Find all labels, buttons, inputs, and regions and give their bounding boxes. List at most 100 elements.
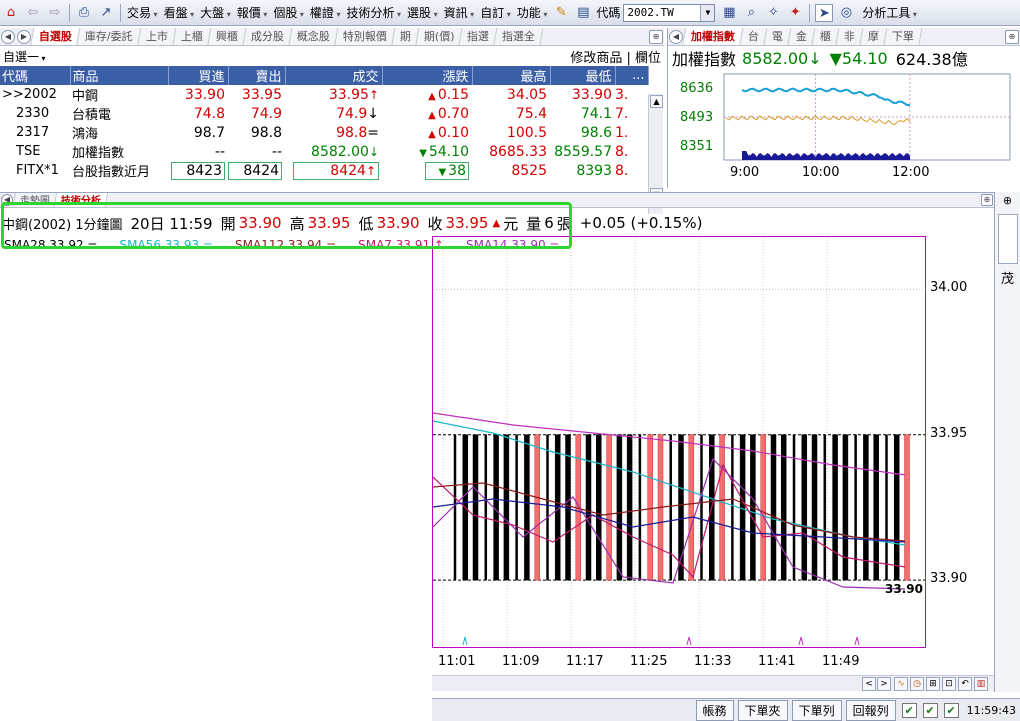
candle-bar [585,434,592,581]
status-button[interactable]: 帳務 [695,699,734,721]
tab-item[interactable]: 興櫃 [207,28,247,45]
tab-item[interactable]: 上櫃 [172,28,212,45]
print-icon[interactable]: ⎙ [75,4,93,22]
zoom-icon[interactable]: ⊞ [926,677,940,691]
status-button[interactable]: 回報列 [845,699,896,721]
group-select[interactable]: 自選一 [3,48,46,65]
chevron-right-icon[interactable]: ▶ [17,30,31,44]
time-tick-label: 11:33 [694,654,732,669]
analysis-icon[interactable]: ◎ [837,4,855,22]
price-axis: 34.00 33.95 33.90 [928,236,988,648]
column-header[interactable]: 商品 [70,66,169,85]
chevron-left-icon[interactable]: ◀ [669,30,683,44]
forward-icon[interactable]: ⇨ [46,4,64,22]
menu-item[interactable]: 個股 [270,6,307,20]
fit-icon[interactable]: ⊡ [942,677,956,691]
chevron-left-icon[interactable]: ◀ [1,30,15,44]
zoom-in-icon[interactable]: ⊕ [981,194,993,206]
candle-bar [700,434,703,581]
pointer-icon[interactable]: ➤ [815,3,834,22]
menu-item[interactable]: 交易 [124,6,161,20]
back-icon[interactable]: ⇦ [24,4,42,22]
search-icon[interactable]: ⌕ [742,4,760,22]
status-button[interactable]: 下單夾 [737,699,788,721]
cell-bid: 33.90 [168,85,228,104]
scroll-up-icon[interactable]: ▲ [650,95,663,108]
column-header[interactable]: 買進 [168,66,229,85]
line-chart-icon[interactable]: ∿ [894,677,908,691]
zoom-in-icon[interactable]: ⊕ [1000,194,1016,210]
menu-item[interactable]: 自訂 [477,6,514,20]
candle-bar [811,434,818,581]
scroll-right-icon[interactable]: > [877,677,891,691]
tab-item[interactable]: 自選股 [30,28,81,45]
side-scroll-bar[interactable] [997,214,1018,264]
high-label: 高 [289,214,305,233]
menu-item[interactable]: 功能 [514,6,551,20]
menu-item[interactable]: 報價 [234,6,271,20]
column-header[interactable]: 漲跌 [382,66,473,85]
status-button[interactable]: 下單列 [791,699,842,721]
tab-item[interactable]: 庫存/委託 [76,28,142,45]
low-value: 33.90 [376,214,420,232]
last-box: 8424↑ [293,161,379,180]
tab-item[interactable]: 下單 [883,28,923,45]
sma-item: SMA56 33.93 = [119,238,214,252]
tab-item[interactable]: 技術分析 [53,193,109,207]
column-header[interactable]: 賣出 [228,66,286,85]
chevron-left-icon[interactable]: ◀ [1,194,13,206]
tab-item[interactable]: 走勢圖 [12,193,58,207]
tools-icon[interactable]: ✧ [764,4,782,22]
tab-item[interactable]: 指選 [458,28,498,45]
cell-bid: -- [168,142,228,161]
analysis-tools-menu[interactable]: 分析工具 [859,4,920,21]
menu-item[interactable]: 大盤 [197,6,234,20]
column-header[interactable]: 成交 [285,66,383,85]
home-icon[interactable]: ⌂ [2,4,20,22]
quote-icon[interactable]: ▦ [720,4,738,22]
menu-item[interactable]: 權證 [307,6,344,20]
menu-item[interactable]: 技術分析 [343,6,404,20]
table-row[interactable]: >>2002中鋼33.9033.9533.95↑0.1534.0533.903. [0,85,648,105]
scroll-left-icon[interactable]: < [862,677,876,691]
alert-icon[interactable]: ✦ [786,4,804,22]
popout-icon[interactable]: ↗ [97,4,115,22]
zoom-in-icon[interactable]: ⊕ [1005,30,1019,44]
column-header[interactable]: 最低 [550,66,616,85]
candle-bar [719,434,725,581]
tab-item[interactable]: 加權指數 [682,28,744,45]
indicator-icon[interactable]: ▥ [974,677,988,691]
column-header[interactable]: 代碼 [0,66,71,85]
tab-item[interactable]: 特別報價 [334,28,396,45]
status-check-3[interactable]: ✔ [943,702,959,718]
menu-item[interactable]: 資訊 [441,6,478,20]
tab-item[interactable]: 期(價) [415,28,463,45]
table-row[interactable]: 2330台積電74.874.974.9↓0.7075.474.17. [0,104,648,124]
arrow-down-icon: ↓ [368,144,379,159]
scroll-track[interactable] [649,109,663,187]
volume-tick [686,636,692,646]
tab-item[interactable]: 成分股 [242,28,293,45]
index-panel: ◀ 加權指數台電金櫃非摩下單 ⊕ 加權指數 8582.00↓ ▼54.10 62… [667,28,1020,188]
status-check-1[interactable]: ✔ [901,702,917,718]
edit-products-button[interactable]: 修改商品 [570,51,622,66]
zoom-in-icon[interactable]: ⊕ [649,30,663,44]
table-row[interactable]: 2317鴻海98.798.898.8=0.10100.598.61. [0,123,648,143]
menu-item[interactable]: 看盤 [161,6,198,20]
chevron-down-icon[interactable]: ▼ [700,4,715,21]
column-header[interactable]: 最高 [472,66,551,85]
table-row[interactable]: TSE加權指數----8582.00↓54.108685.338559.578. [0,142,648,162]
clipboard-icon[interactable]: ▤ [574,4,592,22]
tab-item[interactable]: 概念股 [288,28,339,45]
pencil-icon[interactable]: ✎ [552,4,570,22]
column-button[interactable]: 欄位 [635,51,661,66]
tab-item[interactable]: 上市 [137,28,177,45]
table-row[interactable]: FITX*1台股指數近月842384248424↑38852583938. [0,161,648,180]
tab-item[interactable]: 指選全 [493,28,544,45]
status-check-2[interactable]: ✔ [922,702,938,718]
menu-item[interactable]: 選股 [404,6,441,20]
column-header[interactable]: ... [615,66,649,85]
undo-icon[interactable]: ↶ [958,677,972,691]
clock-icon[interactable]: ◷ [910,677,924,691]
code-input[interactable]: 2002.TW ▼ [623,3,716,22]
